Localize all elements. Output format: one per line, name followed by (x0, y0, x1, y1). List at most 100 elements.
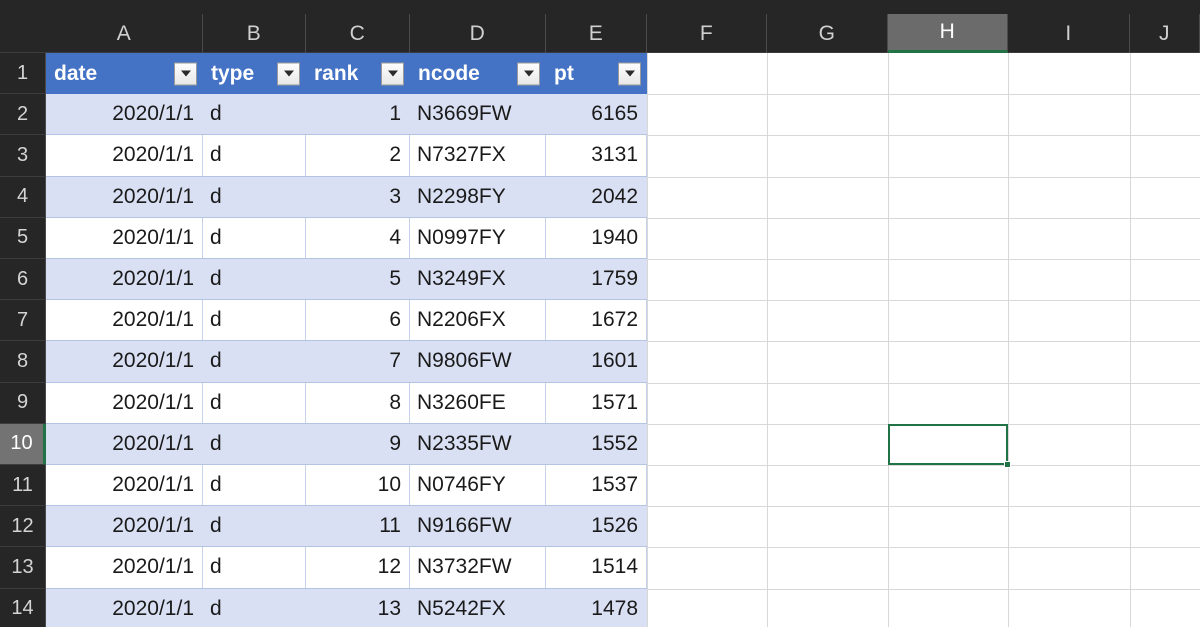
cell-D4[interactable]: N2298FY (410, 176, 546, 217)
fill-handle[interactable] (1004, 460, 1011, 468)
row-header-12[interactable]: 12 (0, 506, 46, 548)
column-filter-header-type[interactable]: type (203, 53, 306, 95)
column-filter-header-pt[interactable]: pt (546, 53, 647, 95)
table-row[interactable]: 2020/1/1 d 12 N3732FW 1514 (46, 547, 647, 589)
column-filter-header-ncode[interactable]: ncode (410, 53, 546, 95)
cell-E3[interactable]: 3131 (546, 135, 647, 176)
cell-D11[interactable]: N0746FY (410, 465, 546, 506)
cell-A6[interactable]: 2020/1/1 (46, 259, 203, 300)
table-row[interactable]: 2020/1/1 d 10 N0746FY 1537 (46, 465, 647, 507)
row-header-14[interactable]: 14 (0, 588, 46, 627)
cell-A7[interactable]: 2020/1/1 (46, 300, 203, 341)
table-row[interactable]: 2020/1/1 d 5 N3249FX 1759 (46, 259, 647, 301)
column-filter-header-date[interactable]: date (46, 53, 203, 95)
filter-dropdown-arrow-icon[interactable] (517, 62, 540, 86)
table-row[interactable]: 2020/1/1 d 4 N0997FY 1940 (46, 217, 647, 259)
table-row[interactable]: 2020/1/1 d 8 N3260FE 1571 (46, 382, 647, 424)
cell-C4[interactable]: 3 (306, 176, 410, 217)
filter-dropdown-arrow-icon[interactable] (277, 62, 300, 86)
cell-A11[interactable]: 2020/1/1 (46, 465, 203, 506)
cell-D9[interactable]: N3260FE (410, 382, 546, 423)
table-row[interactable]: 2020/1/1 d 1 N3669FW 6165 (46, 94, 647, 136)
row-header-2[interactable]: 2 (0, 94, 46, 136)
column-header-a[interactable]: A (46, 14, 203, 53)
row-header-6[interactable]: 6 (0, 259, 46, 301)
cell-A8[interactable]: 2020/1/1 (46, 341, 203, 382)
cell-A9[interactable]: 2020/1/1 (46, 382, 203, 423)
cell-A5[interactable]: 2020/1/1 (46, 217, 203, 258)
cell-B8[interactable]: d (203, 341, 306, 382)
row-header-8[interactable]: 8 (0, 341, 46, 383)
cell-E13[interactable]: 1514 (546, 547, 647, 588)
filter-dropdown-arrow-icon[interactable] (174, 62, 197, 86)
row-header-3[interactable]: 3 (0, 135, 46, 177)
cell-C7[interactable]: 6 (306, 300, 410, 341)
cell-E5[interactable]: 1940 (546, 217, 647, 258)
cell-A13[interactable]: 2020/1/1 (46, 547, 203, 588)
cell-A4[interactable]: 2020/1/1 (46, 176, 203, 217)
cell-D10[interactable]: N2335FW (410, 423, 546, 464)
cell-D6[interactable]: N3249FX (410, 259, 546, 300)
table-row[interactable]: 2020/1/1 d 3 N2298FY 2042 (46, 176, 647, 218)
cell-B3[interactable]: d (203, 135, 306, 176)
cell-A14[interactable]: 2020/1/1 (46, 588, 203, 627)
cell-D3[interactable]: N7327FX (410, 135, 546, 176)
column-header-j[interactable]: J (1130, 14, 1200, 53)
cell-C10[interactable]: 9 (306, 423, 410, 464)
row-header-1[interactable]: 1 (0, 53, 46, 95)
cell-B10[interactable]: d (203, 423, 306, 464)
active-cell-H10[interactable] (888, 423, 1011, 468)
cell-C13[interactable]: 12 (306, 547, 410, 588)
cell-A3[interactable]: 2020/1/1 (46, 135, 203, 176)
row-header-10[interactable]: 10 (0, 423, 46, 465)
cell-B9[interactable]: d (203, 382, 306, 423)
cell-C8[interactable]: 7 (306, 341, 410, 382)
cell-E4[interactable]: 2042 (546, 176, 647, 217)
cell-C14[interactable]: 13 (306, 588, 410, 627)
row-header-11[interactable]: 11 (0, 465, 46, 507)
cell-grid[interactable]: date type rank ncode pt 2020/1/1 d 1 N3669FW 6165… (46, 53, 1200, 627)
table-row[interactable]: 2020/1/1 d 7 N9806FW 1601 (46, 341, 647, 383)
cell-E7[interactable]: 1672 (546, 300, 647, 341)
cell-C5[interactable]: 4 (306, 217, 410, 258)
column-header-f[interactable]: F (647, 14, 767, 53)
column-header-g[interactable]: G (767, 14, 888, 53)
cell-D12[interactable]: N9166FW (410, 506, 546, 547)
row-header-7[interactable]: 7 (0, 300, 46, 342)
cell-E8[interactable]: 1601 (546, 341, 647, 382)
cell-B14[interactable]: d (203, 588, 306, 627)
column-header-b[interactable]: B (203, 14, 306, 53)
cell-D8[interactable]: N9806FW (410, 341, 546, 382)
column-filter-header-rank[interactable]: rank (306, 53, 410, 95)
cell-B12[interactable]: d (203, 506, 306, 547)
column-header-e[interactable]: E (546, 14, 647, 53)
cell-B4[interactable]: d (203, 176, 306, 217)
cell-C12[interactable]: 11 (306, 506, 410, 547)
cell-D7[interactable]: N2206FX (410, 300, 546, 341)
row-header-5[interactable]: 5 (0, 217, 46, 259)
row-header-4[interactable]: 4 (0, 176, 46, 218)
filter-dropdown-arrow-icon[interactable] (618, 62, 641, 86)
table-row[interactable]: 2020/1/1 d 2 N7327FX 3131 (46, 135, 647, 177)
cell-B6[interactable]: d (203, 259, 306, 300)
cell-E2[interactable]: 6165 (546, 94, 647, 135)
table-row[interactable]: 2020/1/1 d 6 N2206FX 1672 (46, 300, 647, 342)
cell-E14[interactable]: 1478 (546, 588, 647, 627)
cell-B2[interactable]: d (203, 94, 306, 135)
cell-A10[interactable]: 2020/1/1 (46, 423, 203, 464)
cell-C2[interactable]: 1 (306, 94, 410, 135)
row-header-13[interactable]: 13 (0, 547, 46, 589)
cell-E10[interactable]: 1552 (546, 423, 647, 464)
cell-D13[interactable]: N3732FW (410, 547, 546, 588)
cell-E9[interactable]: 1571 (546, 382, 647, 423)
cell-B7[interactable]: d (203, 300, 306, 341)
column-header-c[interactable]: C (306, 14, 410, 53)
cell-D2[interactable]: N3669FW (410, 94, 546, 135)
cell-E12[interactable]: 1526 (546, 506, 647, 547)
cell-E11[interactable]: 1537 (546, 465, 647, 506)
cell-B13[interactable]: d (203, 547, 306, 588)
cell-D14[interactable]: N5242FX (410, 588, 546, 627)
cell-C11[interactable]: 10 (306, 465, 410, 506)
cell-D5[interactable]: N0997FY (410, 217, 546, 258)
cell-C3[interactable]: 2 (306, 135, 410, 176)
